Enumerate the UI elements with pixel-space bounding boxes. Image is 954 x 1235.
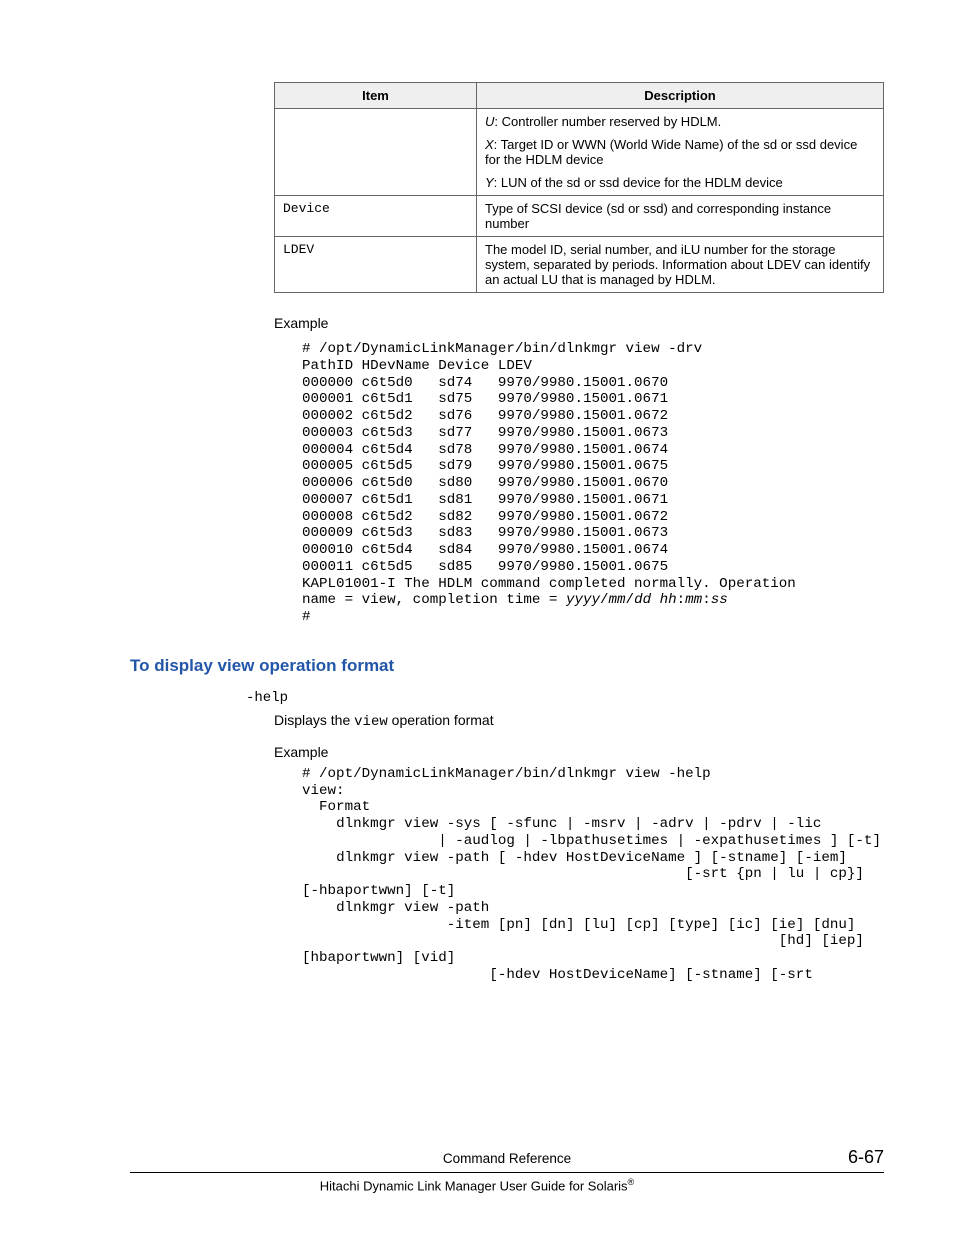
table-row: Device Type of SCSI device (sd or ssd) a… (275, 196, 884, 237)
th-description: Description (477, 83, 884, 109)
help-description: Displays the view operation format (274, 712, 884, 730)
example-block-1: # /opt/DynamicLinkManager/bin/dlnkmgr vi… (302, 341, 884, 626)
help-option: -help (246, 690, 884, 706)
desc-x: X: Target ID or WWN (World Wide Name) of… (485, 137, 875, 167)
table-row: U: Controller number reserved by HDLM. X… (275, 109, 884, 196)
page-footer: Command Reference 6-67 Hitachi Dynamic L… (0, 1147, 954, 1193)
page-number: 6-67 (824, 1147, 884, 1168)
th-item: Item (275, 83, 477, 109)
description-table: Item Description U: Controller number re… (274, 82, 884, 293)
example-block-2: # /opt/DynamicLinkManager/bin/dlnkmgr vi… (302, 766, 882, 984)
table-row: LDEV The model ID, serial number, and iL… (275, 237, 884, 293)
section-heading: To display view operation format (130, 656, 884, 676)
footer-title: Hitachi Dynamic Link Manager User Guide … (0, 1177, 954, 1193)
desc-u: U: Controller number reserved by HDLM. (485, 114, 875, 129)
footer-section: Command Reference (190, 1151, 824, 1166)
example-label: Example (274, 315, 884, 331)
example-label-2: Example (274, 744, 884, 760)
desc-y: Y: LUN of the sd or ssd device for the H… (485, 175, 875, 190)
